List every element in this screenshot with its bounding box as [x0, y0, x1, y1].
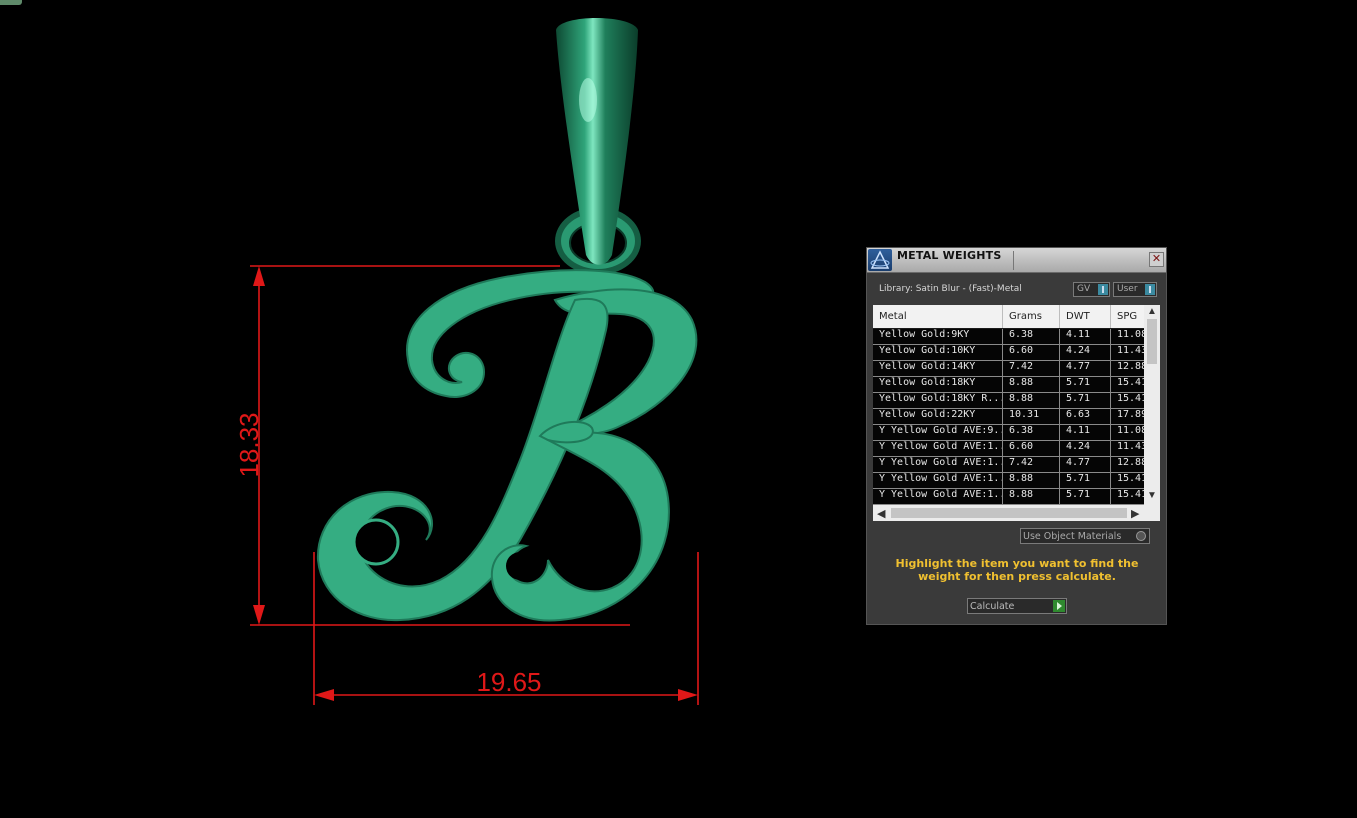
user-toggle[interactable]: User [1113, 282, 1157, 297]
vertical-scrollbar[interactable]: ▲ ▼ [1144, 305, 1160, 505]
cell-metal: Yellow Gold:18KY R... [873, 393, 1003, 408]
cell-dwt: 5.71 [1060, 377, 1111, 392]
cell-metal: Yellow Gold:22KY [873, 409, 1003, 424]
dimension-width-label: 19.65 [476, 667, 541, 697]
table-row[interactable]: Y Yellow Gold AVE:1... 8.88 5.71 15.41 [873, 473, 1147, 489]
cell-dwt: 4.11 [1060, 329, 1111, 344]
cell-grams: 6.60 [1003, 345, 1060, 360]
horizontal-scrollbar[interactable]: ◀ ▶ [873, 505, 1160, 521]
hint-text: Highlight the item you want to find the … [895, 557, 1139, 583]
table-row[interactable]: Yellow Gold:14KY 7.42 4.77 12.88 [873, 361, 1147, 377]
cell-grams: 6.60 [1003, 441, 1060, 456]
table-row[interactable]: Yellow Gold:9KY 6.38 4.11 11.08 [873, 329, 1147, 345]
cell-metal: Y Yellow Gold AVE:1... [873, 473, 1003, 488]
calculate-label: Calculate [970, 601, 1015, 612]
cell-metal: Yellow Gold:10KY [873, 345, 1003, 360]
metal-weights-panel: METAL WEIGHTS ✕ Library: Satin Blur - (F… [866, 247, 1167, 625]
cell-metal: Yellow Gold:18KY [873, 377, 1003, 392]
title-separator [1013, 251, 1014, 270]
table-row[interactable]: Y Yellow Gold AVE:1... 6.60 4.24 11.43 [873, 441, 1147, 457]
cell-dwt: 5.71 [1060, 489, 1111, 504]
close-button[interactable]: ✕ [1149, 252, 1164, 267]
matrix-logo-icon [868, 249, 892, 271]
cell-grams: 8.88 [1003, 489, 1060, 504]
table-row[interactable]: Yellow Gold:18KY 8.88 5.71 15.41 [873, 377, 1147, 393]
table-row[interactable]: Yellow Gold:18KY R... 8.88 5.71 15.41 [873, 393, 1147, 409]
cell-dwt: 4.24 [1060, 345, 1111, 360]
scroll-thumb-horizontal[interactable] [891, 508, 1127, 518]
calculate-button[interactable]: Calculate [967, 598, 1067, 614]
cell-metal: Yellow Gold:9KY [873, 329, 1003, 344]
cell-grams: 10.31 [1003, 409, 1060, 424]
column-header-metal[interactable]: Metal [873, 305, 1003, 328]
cell-dwt: 5.71 [1060, 393, 1111, 408]
toggle-switch-icon [1145, 284, 1155, 295]
table-row[interactable]: Yellow Gold:22KY 10.31 6.63 17.89 [873, 409, 1147, 425]
radio-icon [1136, 531, 1146, 541]
cell-metal: Y Yellow Gold AVE:1... [873, 489, 1003, 504]
cell-grams: 8.88 [1003, 473, 1060, 488]
cell-dwt: 4.77 [1060, 457, 1111, 472]
cell-grams: 8.88 [1003, 393, 1060, 408]
cell-grams: 7.42 [1003, 361, 1060, 376]
cell-dwt: 4.77 [1060, 361, 1111, 376]
scroll-up-icon[interactable]: ▲ [1147, 307, 1157, 317]
table-row[interactable]: Yellow Gold:10KY 6.60 4.24 11.43 [873, 345, 1147, 361]
cell-grams: 7.42 [1003, 457, 1060, 472]
cell-dwt: 4.24 [1060, 441, 1111, 456]
table-row[interactable]: Y Yellow Gold AVE:1... 8.88 5.71 15.41 [873, 489, 1147, 505]
cell-metal: Y Yellow Gold AVE:9... [873, 425, 1003, 440]
cell-grams: 6.38 [1003, 425, 1060, 440]
library-label: Library: Satin Blur - (Fast)-Metal [879, 284, 1022, 294]
panel-title: METAL WEIGHTS [897, 249, 1002, 262]
cell-metal: Y Yellow Gold AVE:1... [873, 441, 1003, 456]
scroll-thumb[interactable] [1147, 319, 1157, 364]
use-object-materials-toggle[interactable]: Use Object Materials [1020, 528, 1150, 544]
cell-dwt: 5.71 [1060, 473, 1111, 488]
cell-grams: 6.38 [1003, 329, 1060, 344]
toggle-switch-icon [1098, 284, 1108, 295]
table-row[interactable]: Y Yellow Gold AVE:9... 6.38 4.11 11.08 [873, 425, 1147, 441]
cell-grams: 8.88 [1003, 377, 1060, 392]
scroll-left-icon[interactable]: ◀ [877, 507, 885, 520]
cell-metal: Yellow Gold:14KY [873, 361, 1003, 376]
cell-metal: Y Yellow Gold AVE:1... [873, 457, 1003, 472]
use-object-materials-label: Use Object Materials [1023, 531, 1122, 542]
scroll-down-icon[interactable]: ▼ [1147, 491, 1157, 501]
cell-dwt: 4.11 [1060, 425, 1111, 440]
table-row[interactable]: Y Yellow Gold AVE:1... 7.42 4.77 12.88 [873, 457, 1147, 473]
metal-table: Metal Grams DWT SPG Yellow Gold:9KY 6.38 4… [873, 305, 1160, 521]
dimension-height-label: 18.33 [234, 412, 264, 477]
panel-titlebar[interactable]: METAL WEIGHTS ✕ [867, 248, 1166, 273]
column-header-dwt[interactable]: DWT [1060, 305, 1111, 328]
gv-toggle[interactable]: GV [1073, 282, 1110, 297]
table-header: Metal Grams DWT SPG [873, 305, 1144, 328]
column-header-grams[interactable]: Grams [1003, 305, 1060, 328]
cell-dwt: 6.63 [1060, 409, 1111, 424]
user-toggle-label: User [1117, 284, 1138, 294]
play-arrow-icon [1053, 600, 1065, 612]
gv-toggle-label: GV [1077, 284, 1091, 294]
scroll-right-icon[interactable]: ▶ [1131, 507, 1139, 520]
